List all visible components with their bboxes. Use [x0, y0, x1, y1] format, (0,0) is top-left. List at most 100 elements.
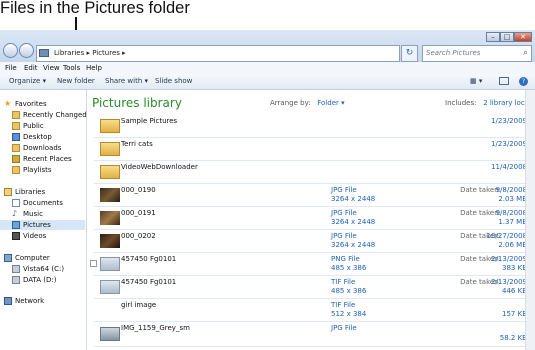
file-row[interactable]: VideoWebDownloader 11/4/2008	[94, 161, 533, 184]
file-row[interactable]: IMG_1159_Grey_sm JPG File 58.2 KB	[94, 322, 533, 347]
file-type: TIF File	[331, 301, 356, 309]
folder-icon	[100, 165, 120, 179]
nav-network[interactable]: Network	[4, 296, 44, 306]
address-bar[interactable]: Libraries ▸ Pictures ▸	[36, 45, 400, 62]
file-dimensions: 3264 x 2448	[331, 195, 376, 203]
nav-drive-c-label: Vista64 (C:)	[23, 265, 65, 273]
nav-favorites[interactable]: ★ Favorites	[4, 99, 47, 109]
file-name: 000_0191	[121, 209, 156, 217]
nav-desktop[interactable]: Desktop	[12, 132, 52, 142]
file-row[interactable]: girl image TIF File 512 x 384 157 KB	[94, 299, 533, 322]
file-row[interactable]: Sample Pictures 1/23/2009	[94, 115, 533, 138]
folder-icon	[100, 119, 120, 133]
music-icon: ♪	[12, 209, 18, 218]
preview-pane-icon[interactable]	[499, 77, 509, 85]
nav-recent-places-label: Recent Places	[23, 155, 72, 163]
file-type: PNG File	[331, 255, 360, 263]
file-name: IMG_1159_Grey_sm	[121, 324, 190, 332]
nav-playlists[interactable]: Playlists	[12, 165, 52, 175]
close-button[interactable]: ✕	[514, 32, 532, 42]
network-icon	[4, 297, 12, 305]
file-name: VideoWebDownloader	[121, 163, 198, 171]
file-row[interactable]: 457450 Fg0101 TIF File 485 x 386 Date ta…	[94, 276, 533, 299]
nav-videos-label: Videos	[23, 232, 47, 240]
file-size: 383 KB	[502, 264, 527, 272]
menu-view[interactable]: View	[43, 62, 60, 74]
nav-drive-d[interactable]: DATA (D:)	[12, 275, 56, 285]
file-row[interactable]: Terri cats 1/23/2009	[94, 138, 533, 161]
file-dimensions: 485 x 386	[331, 264, 367, 272]
file-date: 9/8/2008	[495, 209, 527, 217]
nav-favorites-label: Favorites	[15, 100, 47, 108]
file-size: 446 KB	[502, 287, 527, 295]
nav-libraries[interactable]: Libraries	[4, 187, 45, 197]
file-size: 2.03 MB	[498, 195, 527, 203]
photo-thumbnail	[100, 234, 120, 248]
organize-button[interactable]: Organize ▾	[9, 74, 46, 89]
forward-button[interactable]	[19, 43, 34, 58]
slide-show-button[interactable]: Slide show	[155, 74, 192, 89]
computer-icon	[4, 254, 12, 262]
maximize-button[interactable]: □	[500, 32, 514, 42]
file-date: 2/13/2009	[491, 278, 527, 286]
photo-thumbnail	[100, 211, 120, 225]
new-folder-button[interactable]: New folder	[57, 74, 95, 89]
search-input[interactable]: Search Pictures ⌕	[422, 45, 532, 62]
screenshot-thumbnail	[100, 257, 120, 271]
menu-help[interactable]: Help	[86, 62, 102, 74]
address-path: Libraries ▸ Pictures ▸	[54, 49, 126, 57]
back-button[interactable]	[3, 43, 18, 58]
nav-playlists-label: Playlists	[23, 166, 52, 174]
library-title: Pictures library	[92, 96, 182, 110]
file-date: 2/13/2009	[491, 255, 527, 263]
select-checkbox[interactable]	[90, 260, 97, 267]
nav-computer[interactable]: Computer	[4, 253, 50, 263]
nav-downloads[interactable]: Downloads	[12, 143, 61, 153]
minimize-button[interactable]: –	[486, 32, 500, 42]
menu-bar: File Edit View Tools Help	[0, 62, 535, 74]
nav-recently-changed-label: Recently Changed	[23, 111, 87, 119]
help-icon[interactable]: ?	[519, 77, 528, 86]
file-size: 2.06 MB	[498, 241, 527, 249]
menu-file[interactable]: File	[5, 62, 17, 74]
views-button[interactable]: ▦ ▾	[470, 74, 482, 89]
nav-recently-changed[interactable]: Recently Changed	[12, 110, 87, 120]
file-row[interactable]: 457450 Fg0101 PNG File 485 x 386 Date ta…	[90, 253, 533, 276]
content-pane: Pictures library Arrange by: Folder ▾ In…	[87, 90, 535, 350]
documents-icon	[12, 199, 20, 207]
nav-downloads-label: Downloads	[23, 144, 62, 152]
folder-icon	[12, 122, 20, 130]
includes-label: Includes:	[445, 99, 477, 107]
file-type: JPG File	[331, 209, 357, 217]
share-with-button[interactable]: Share with ▾	[105, 74, 148, 89]
file-date: 9/8/2008	[495, 186, 527, 194]
file-row[interactable]: 000_0190 JPG File 3264 x 2448 Date taken…	[94, 184, 533, 207]
nav-recent-places[interactable]: Recent Places	[12, 154, 72, 164]
arrange-by[interactable]: Arrange by: Folder ▾	[270, 99, 345, 107]
nav-drive-c[interactable]: Vista64 (C:)	[12, 264, 64, 274]
nav-public[interactable]: Public	[12, 121, 44, 131]
nav-music[interactable]: ♪ Music	[12, 209, 43, 219]
file-size: 1.37 MB	[498, 218, 527, 226]
file-date: 10/27/2008	[486, 232, 527, 240]
includes: Includes: 2 library locations	[445, 99, 535, 107]
menu-edit[interactable]: Edit	[24, 62, 38, 74]
videos-icon	[12, 232, 20, 240]
arrange-label: Arrange by:	[270, 99, 311, 107]
nav-pictures[interactable]: Pictures	[0, 220, 85, 230]
file-size: 157 KB	[502, 310, 527, 318]
refresh-icon[interactable]: ↻	[401, 45, 418, 62]
desktop-icon	[12, 133, 20, 141]
folder-icon	[39, 49, 49, 57]
menu-tools[interactable]: Tools	[63, 62, 80, 74]
drive-icon	[12, 276, 20, 284]
nav-videos[interactable]: Videos	[12, 231, 46, 241]
file-row[interactable]: 000_0202 JPG File 3264 x 2448 Date taken…	[94, 230, 533, 253]
scrollbar[interactable]	[525, 90, 535, 350]
pictures-icon	[12, 221, 20, 229]
nav-documents[interactable]: Documents	[12, 198, 63, 208]
nav-libraries-label: Libraries	[15, 188, 46, 196]
arrange-value[interactable]: Folder ▾	[317, 99, 344, 107]
photo-thumbnail	[100, 188, 120, 202]
file-row[interactable]: 000_0191 JPG File 3264 x 2448 Date taken…	[94, 207, 533, 230]
